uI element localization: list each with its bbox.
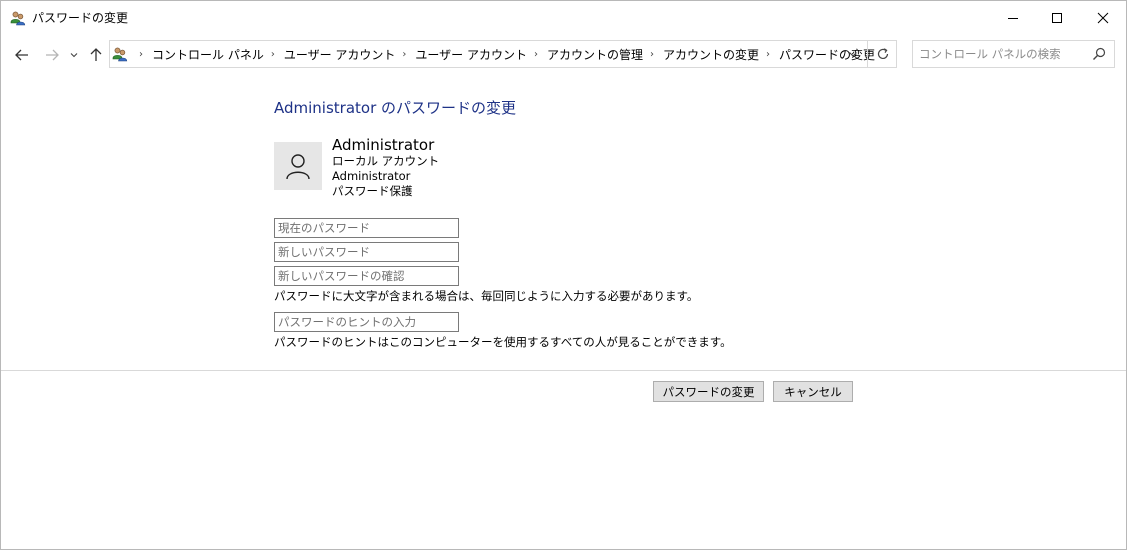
search-box[interactable]	[912, 40, 1115, 68]
address-history-button[interactable]	[843, 41, 863, 67]
search-input[interactable]	[919, 45, 1084, 63]
close-button[interactable]	[1080, 1, 1126, 35]
footer-divider	[1, 370, 1126, 371]
cancel-button[interactable]: キャンセル	[773, 381, 853, 402]
breadcrumb-item-control-panel[interactable]: コントロール パネル	[152, 46, 264, 63]
account-type: ローカル アカウント	[332, 154, 440, 168]
search-icon[interactable]	[1091, 46, 1107, 62]
minimize-button[interactable]	[990, 1, 1036, 35]
password-hint-input[interactable]	[274, 312, 459, 332]
arrow-right-icon	[46, 49, 59, 61]
breadcrumb-item-user-accounts[interactable]: ユーザー アカウント	[284, 46, 396, 63]
address-divider	[867, 41, 868, 67]
forward-button[interactable]	[41, 44, 63, 66]
arrow-left-icon	[15, 49, 28, 61]
chevron-right-icon[interactable]: ›	[271, 49, 275, 60]
close-icon	[1097, 12, 1109, 24]
title-bar[interactable]: パスワードの変更	[1, 1, 1126, 35]
recent-locations-button[interactable]	[65, 44, 83, 66]
arrow-up-icon	[90, 48, 102, 61]
users-icon	[10, 10, 26, 26]
chevron-right-icon[interactable]: ›	[402, 49, 406, 60]
avatar	[274, 142, 322, 190]
password-hint-note: パスワードのヒントはこのコンピューターを使用するすべての人が見ることができます。	[274, 335, 732, 349]
confirm-password-input[interactable]	[274, 266, 459, 286]
change-password-button[interactable]: パスワードの変更	[653, 381, 764, 402]
refresh-icon	[877, 48, 889, 60]
user-icon	[286, 154, 310, 180]
breadcrumb-item-change-account[interactable]: アカウントの変更	[663, 46, 759, 63]
breadcrumb-item-user-accounts-sub[interactable]: ユーザー アカウント	[415, 46, 527, 63]
maximize-button[interactable]	[1034, 1, 1080, 35]
current-password-input[interactable]	[274, 218, 459, 238]
breadcrumb-item-manage-accounts[interactable]: アカウントの管理	[547, 46, 643, 63]
page-title: Administrator のパスワードの変更	[274, 99, 517, 117]
chevron-right-icon[interactable]: ›	[534, 49, 538, 60]
minimize-icon	[1008, 18, 1018, 19]
account-protection: パスワード保護	[332, 184, 413, 198]
users-icon	[112, 46, 128, 62]
back-button[interactable]	[11, 44, 33, 66]
new-password-input[interactable]	[274, 242, 459, 262]
window-title: パスワードの変更	[32, 11, 129, 25]
case-sensitivity-note: パスワードに大文字が含まれる場合は、毎回同じように入力する必要があります。	[274, 289, 699, 303]
account-group: Administrator	[332, 169, 411, 183]
chevron-right-icon[interactable]: ›	[139, 49, 143, 60]
up-button[interactable]	[85, 44, 107, 66]
maximize-icon	[1052, 13, 1062, 23]
refresh-button[interactable]	[871, 41, 895, 67]
navigation-bar: › コントロール パネル › ユーザー アカウント › ユーザー アカウント ›…	[1, 35, 1126, 75]
chevron-right-icon[interactable]: ›	[766, 49, 770, 60]
change-password-window: パスワードの変更 › コントロール パネル › ユーザー アカウント › ユーザ…	[0, 0, 1127, 550]
chevron-right-icon[interactable]: ›	[650, 49, 654, 60]
chevron-down-icon	[849, 52, 857, 57]
address-bar[interactable]: › コントロール パネル › ユーザー アカウント › ユーザー アカウント ›…	[109, 40, 897, 68]
account-name: Administrator	[332, 136, 435, 154]
breadcrumb: › コントロール パネル › ユーザー アカウント › ユーザー アカウント ›…	[132, 41, 875, 67]
chevron-down-icon	[70, 53, 78, 58]
